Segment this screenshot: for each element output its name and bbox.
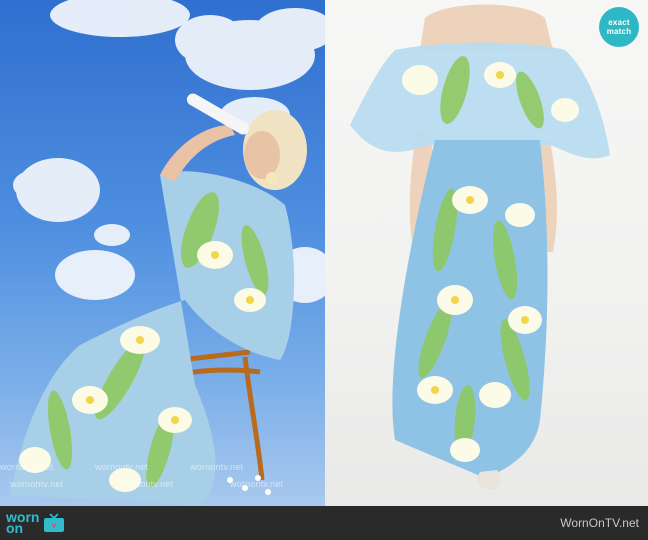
watermark: wornontv.net <box>230 479 284 489</box>
site-logo[interactable]: worn on <box>6 510 65 536</box>
logo-line-2: on <box>6 520 24 536</box>
watermark: wornontv.net <box>95 462 149 472</box>
tv-icon <box>44 513 65 532</box>
watermark: wornontv.net <box>10 479 64 489</box>
right-photo-model <box>325 0 648 506</box>
exact-match-badge: exact match <box>599 7 639 47</box>
site-name[interactable]: WornOnTV.net <box>560 516 639 530</box>
badge-line-1: exact <box>608 18 630 27</box>
model-illustration <box>350 4 610 490</box>
badge-line-2: match <box>606 27 632 36</box>
logo-wordmark: worn on <box>6 510 39 536</box>
footer-bar: worn on WornOnTV.net <box>0 506 648 540</box>
watermark: wornontv.net <box>120 479 174 489</box>
left-photo-performer: wornontv.net wornontv.net wornontv.net w… <box>0 0 325 506</box>
watermark: wornontv.net <box>190 462 244 472</box>
performer-illustration <box>10 0 325 505</box>
watermark: wornontv.net <box>0 462 54 472</box>
